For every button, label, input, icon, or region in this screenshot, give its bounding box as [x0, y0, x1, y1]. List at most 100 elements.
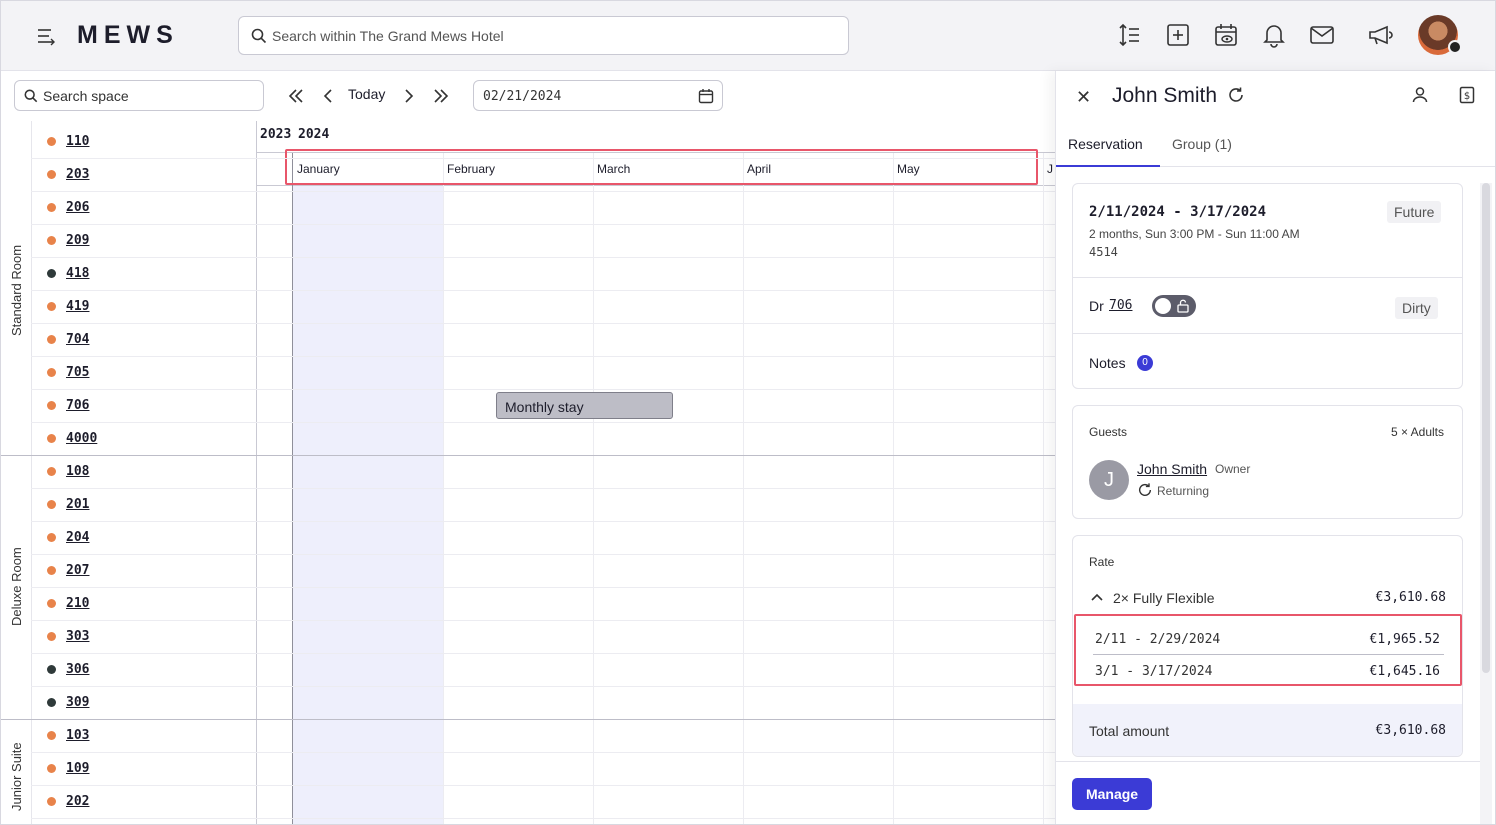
rate-label: Rate — [1089, 555, 1115, 569]
month-divider — [443, 153, 444, 824]
row-divider — [31, 191, 1055, 192]
scrollbar-thumb[interactable] — [1482, 183, 1490, 673]
row-divider — [31, 818, 1055, 819]
room-number-link[interactable]: 108 — [66, 464, 89, 479]
jump-forward-button[interactable] — [429, 84, 453, 108]
room-status-dot — [47, 796, 56, 806]
room-number-link[interactable]: 202 — [66, 794, 89, 809]
chevron-up-icon[interactable] — [1091, 592, 1103, 602]
close-icon[interactable]: ✕ — [1076, 87, 1091, 108]
row-divider — [31, 620, 1055, 621]
room-row: 209 — [47, 230, 89, 250]
previous-button[interactable] — [316, 84, 340, 108]
group-divider — [1, 455, 1055, 456]
room-link[interactable]: 706 — [1109, 298, 1132, 313]
room-type-prefix: Dr — [1089, 298, 1104, 314]
room-status-dot — [47, 532, 56, 542]
room-number-link[interactable]: 4000 — [66, 431, 97, 446]
room-number-link[interactable]: 705 — [66, 365, 89, 380]
row-divider — [31, 785, 1055, 786]
toggle-knob — [1155, 298, 1171, 314]
timeline-grid: 2023 2024 January February March April M… — [1, 121, 1055, 824]
add-icon[interactable] — [1165, 22, 1191, 48]
room-row: 4000 — [47, 428, 97, 448]
room-row: 203 — [47, 164, 89, 184]
rate-lines-highlight-box — [1074, 614, 1462, 686]
person-icon[interactable] — [1411, 86, 1429, 104]
room-row: 103 — [47, 725, 89, 745]
room-number-link[interactable]: 418 — [66, 266, 89, 281]
month-divider — [1043, 153, 1044, 824]
tab-group[interactable]: Group (1) — [1172, 136, 1232, 152]
manage-button[interactable]: Manage — [1072, 778, 1152, 810]
row-divider — [31, 752, 1055, 753]
row-divider — [31, 488, 1055, 489]
room-row: 202 — [47, 791, 89, 811]
month-label-june: J — [1047, 162, 1053, 176]
room-number-link[interactable]: 303 — [66, 629, 89, 644]
room-number-link[interactable]: 201 — [66, 497, 89, 512]
room-status-dot — [47, 268, 56, 278]
room-status-dot — [47, 598, 56, 608]
reservation-card: 2/11/2024 - 3/17/2024 Future 2 months, S… — [1072, 183, 1463, 389]
room-number-link[interactable]: 209 — [66, 233, 89, 248]
room-number-link[interactable]: 706 — [66, 398, 89, 413]
returning-icon — [1138, 483, 1152, 496]
sort-icon[interactable] — [1117, 22, 1143, 48]
date-picker[interactable]: 02/21/2024 — [473, 80, 723, 111]
room-row: 704 — [47, 329, 89, 349]
space-search[interactable] — [14, 80, 264, 111]
mews-logo[interactable]: MEWS — [77, 21, 179, 50]
room-number-link[interactable]: 207 — [66, 563, 89, 578]
calendar-icon[interactable] — [698, 88, 714, 104]
bell-icon[interactable] — [1261, 22, 1287, 48]
room-number-link[interactable]: 103 — [66, 728, 89, 743]
guests-card: Guests 5 × Adults J John Smith Owner Ret… — [1072, 405, 1463, 519]
room-number-link[interactable]: 204 — [66, 530, 89, 545]
menu-icon[interactable] — [37, 25, 57, 47]
room-number-link[interactable]: 110 — [66, 134, 89, 149]
notes-count-badge: 0 — [1137, 355, 1153, 371]
total-amount: €3,610.68 — [1375, 723, 1446, 738]
room-status-dot — [47, 763, 56, 773]
room-group-label: Junior Suite — [9, 741, 24, 811]
space-search-input[interactable] — [43, 87, 243, 105]
room-number-link[interactable]: 306 — [66, 662, 89, 677]
room-number-link[interactable]: 206 — [66, 200, 89, 215]
next-button[interactable] — [397, 84, 421, 108]
month-divider — [743, 153, 744, 824]
room-lock-toggle[interactable] — [1152, 295, 1196, 317]
tab-reservation[interactable]: Reservation — [1068, 136, 1143, 152]
mail-icon[interactable] — [1309, 22, 1335, 48]
billing-icon[interactable]: $ — [1459, 86, 1475, 104]
notes-label[interactable]: Notes — [1089, 355, 1126, 371]
guest-name-link[interactable]: John Smith — [1137, 461, 1207, 477]
global-search[interactable] — [238, 16, 849, 55]
row-divider — [31, 158, 1055, 159]
app-window: MEWS Search within The Grand Mews Hotel … — [0, 0, 1496, 825]
room-number-link[interactable]: 309 — [66, 695, 89, 710]
today-button[interactable]: Today — [348, 86, 385, 102]
calendar-eye-icon[interactable] — [1213, 22, 1239, 48]
room-number-link[interactable]: 210 — [66, 596, 89, 611]
global-search-input[interactable] — [272, 25, 832, 47]
room-number-link[interactable]: 109 — [66, 761, 89, 776]
room-number-link[interactable]: 203 — [66, 167, 89, 182]
date-value: 02/21/2024 — [483, 89, 562, 104]
active-tab-indicator — [1056, 165, 1160, 167]
user-status-dot — [1448, 40, 1462, 54]
row-divider — [31, 323, 1055, 324]
room-row: 419 — [47, 296, 89, 316]
row-divider — [31, 521, 1055, 522]
room-status-dot — [47, 565, 56, 575]
reservation-bar[interactable]: Monthly stay — [496, 392, 673, 419]
room-number-link[interactable]: 419 — [66, 299, 89, 314]
jump-back-button[interactable] — [284, 84, 308, 108]
megaphone-icon[interactable] — [1367, 22, 1393, 48]
double-chevron-left-icon — [288, 89, 303, 103]
rate-amount: €3,610.68 — [1375, 590, 1446, 605]
room-status-dot — [47, 730, 56, 740]
room-number-link[interactable]: 704 — [66, 332, 89, 347]
current-month-highlight — [293, 185, 443, 824]
chevron-left-icon — [323, 89, 332, 103]
